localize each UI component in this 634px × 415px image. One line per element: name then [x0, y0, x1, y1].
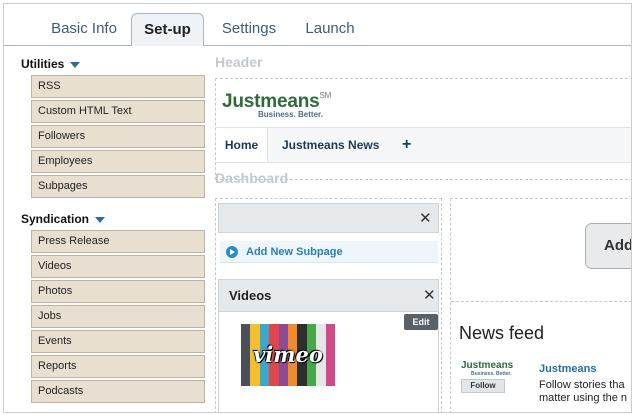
add-new-subpage-link[interactable]: Add New Subpage — [220, 241, 438, 263]
justmeans-logo: JustmeansSM Business. Better. — [222, 91, 331, 119]
sidebar-item-followers[interactable]: Followers — [31, 125, 205, 148]
logo-tagline: Business. Better. — [258, 110, 323, 119]
tab-settings[interactable]: Settings — [210, 15, 288, 46]
close-icon[interactable]: ✕ — [423, 280, 436, 312]
news-feed-logo: Justmeans Business. Better. — [461, 360, 513, 377]
page-nav: Home Justmeans News + — [216, 127, 631, 163]
logo-text: Justmeans — [222, 91, 320, 112]
sidebar-item-videos[interactable]: Videos — [31, 255, 205, 278]
syndication-group-title[interactable]: Syndication — [21, 212, 106, 226]
sidebar-item-reports[interactable]: Reports — [31, 355, 205, 378]
logo-trademark: SM — [319, 91, 332, 100]
tab-launch[interactable]: Launch — [295, 15, 365, 46]
sidebar-item-custom-html-text[interactable]: Custom HTML Text — [31, 100, 205, 123]
follow-button[interactable]: Follow — [461, 379, 505, 393]
sidebar-item-photos[interactable]: Photos — [31, 280, 205, 303]
syndication-label: Syndication — [21, 212, 90, 226]
edit-button[interactable]: Edit — [404, 314, 438, 330]
utilities-label: Utilities — [21, 57, 65, 71]
videos-widget: Videos ✕ Edit vimeo — [218, 279, 439, 412]
header-dropzone: JustmeansSM Business. Better. Home Justm… — [215, 78, 631, 180]
add-new-subpage-label: Add New Subpage — [246, 246, 343, 258]
news-feed-source-link[interactable]: Justmeans — [539, 363, 596, 375]
chevron-down-icon — [95, 216, 106, 223]
news-feed-logo-tagline: Business. Better. — [471, 371, 512, 377]
add-tab-icon[interactable]: + — [402, 128, 411, 162]
nav-tab-home[interactable]: Home — [216, 128, 268, 162]
play-circle-icon — [226, 246, 238, 258]
sidebar-item-podcasts[interactable]: Podcasts — [31, 380, 205, 403]
utilities-group-title[interactable]: Utilities — [21, 57, 81, 71]
column-divider — [451, 301, 631, 302]
news-feed-description-line: Follow stories tha — [539, 379, 625, 391]
tab-basic-info[interactable]: Basic Info — [34, 15, 134, 46]
tab-set-up[interactable]: Set-up — [131, 13, 204, 47]
dashboard-column-right: Add News feed Justmeans Business. Better.… — [450, 198, 631, 412]
vimeo-thumbnail[interactable]: vimeo — [241, 324, 335, 386]
news-feed-description-line: matter using the n — [539, 392, 628, 404]
header-section-label: Header — [215, 54, 263, 70]
sidebar-item-rss[interactable]: RSS — [31, 75, 205, 98]
sidebar-item-events[interactable]: Events — [31, 330, 205, 353]
videos-widget-header[interactable]: Videos ✕ — [219, 280, 438, 312]
news-feed-logo-text: Justmeans — [461, 360, 514, 371]
dashboard-column-left: ✕ Add New Subpage Videos ✕ Edit vimeo — [215, 198, 442, 412]
top-tab-bar: Basic Info Set-up Settings Launch — [4, 4, 631, 47]
sidebar: Utilities RSS Custom HTML Text Followers… — [4, 46, 210, 412]
add-widget-button[interactable]: Add — [585, 223, 631, 269]
sidebar-item-jobs[interactable]: Jobs — [31, 305, 205, 328]
empty-widget-header: ✕ — [218, 203, 439, 233]
sidebar-item-press-release[interactable]: Press Release — [31, 230, 205, 253]
editor-frame: Basic Info Set-up Settings Launch Utilit… — [3, 3, 632, 413]
chevron-down-icon — [70, 61, 81, 68]
close-icon[interactable]: ✕ — [419, 209, 432, 227]
sidebar-item-employees[interactable]: Employees — [31, 150, 205, 173]
news-feed-description: Follow stories tha matter using the n — [539, 379, 631, 405]
nav-tab-justmeans-news[interactable]: Justmeans News — [282, 128, 379, 162]
dashboard-section-label: Dashboard — [215, 170, 289, 186]
sidebar-item-subpages[interactable]: Subpages — [31, 175, 205, 198]
videos-widget-title: Videos — [229, 288, 272, 303]
vimeo-logo: vimeo — [253, 342, 323, 367]
news-feed-title: News feed — [459, 323, 545, 343]
